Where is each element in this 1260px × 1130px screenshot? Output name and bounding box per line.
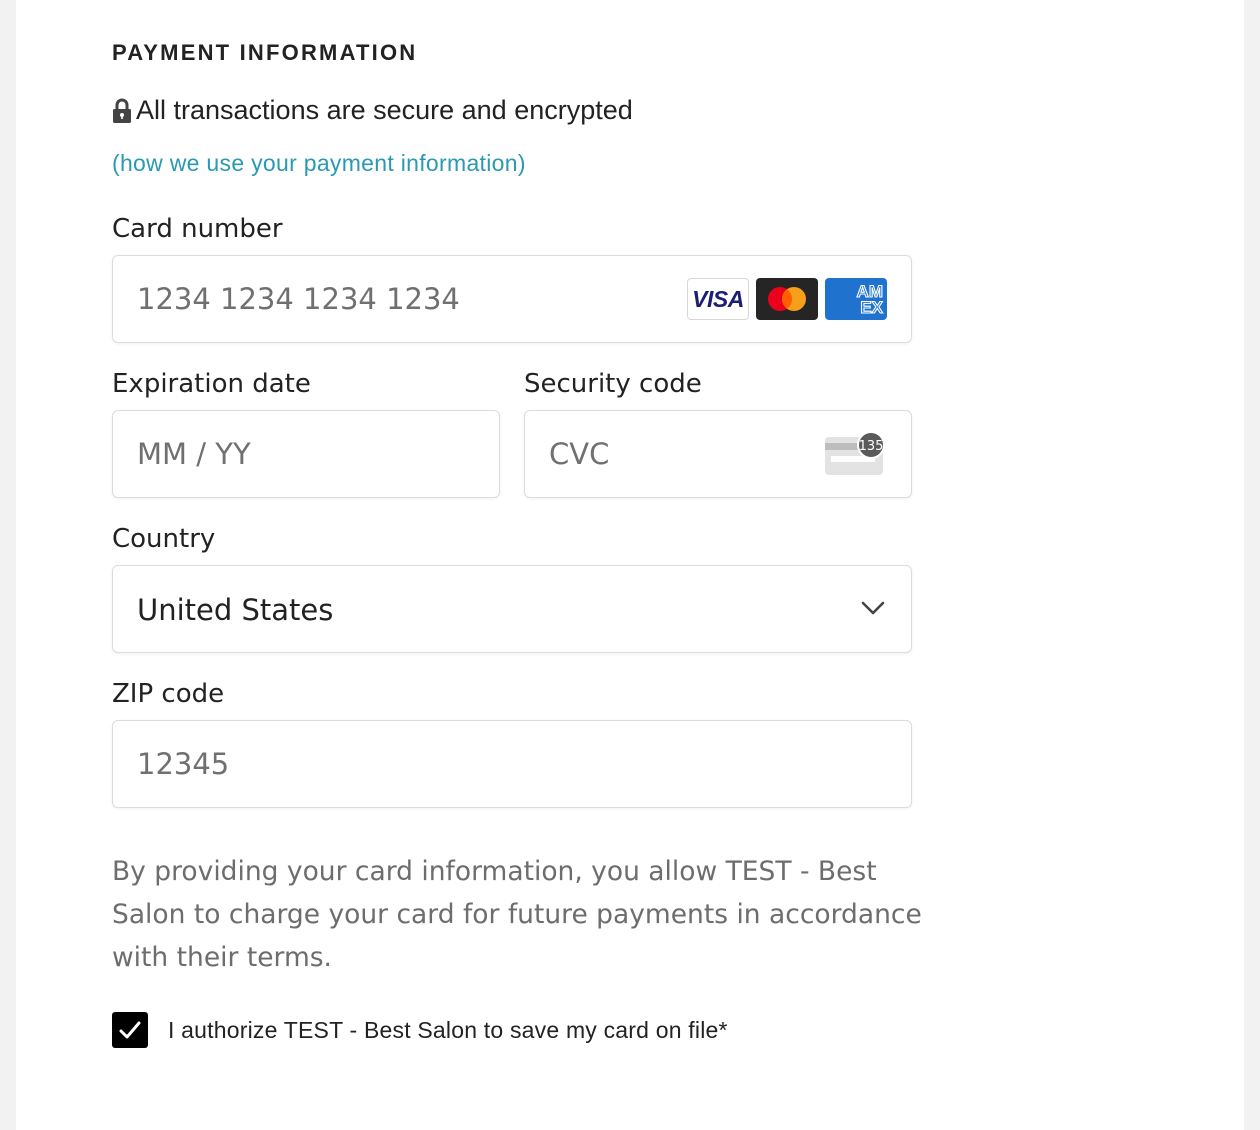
mastercard-icon bbox=[756, 278, 818, 320]
country-label: Country bbox=[112, 524, 216, 554]
section-title: PAYMENT INFORMATION bbox=[112, 40, 418, 65]
lock-icon bbox=[112, 98, 132, 124]
cvc-input[interactable] bbox=[549, 411, 809, 497]
checkmark-icon bbox=[119, 1021, 141, 1039]
security-code-label: Security code bbox=[524, 369, 702, 399]
card-disclaimer: By providing your card information, you … bbox=[112, 856, 922, 973]
secure-notice: All transactions are secure and encrypte… bbox=[112, 95, 633, 126]
zip-label: ZIP code bbox=[112, 679, 225, 709]
country-select[interactable]: United States bbox=[112, 565, 912, 653]
payment-panel: PAYMENT INFORMATION All transactions are… bbox=[16, 0, 1244, 1130]
svg-text:EX: EX bbox=[860, 298, 883, 317]
security-code-field: 135 bbox=[524, 410, 912, 498]
card-number-input[interactable] bbox=[137, 256, 637, 342]
zip-field bbox=[112, 720, 912, 808]
amex-icon: AM EX bbox=[825, 278, 887, 320]
expiration-input[interactable] bbox=[137, 411, 477, 497]
expiration-label: Expiration date bbox=[112, 369, 311, 399]
country-value: United States bbox=[137, 593, 334, 627]
cvc-card-icon: 135 bbox=[825, 431, 887, 479]
payment-info-link[interactable]: (how we use your payment information) bbox=[112, 150, 526, 177]
svg-text:135: 135 bbox=[859, 439, 884, 454]
authorization-row: I authorize TEST - Best Salon to save my… bbox=[112, 1012, 728, 1048]
authorize-label: I authorize TEST - Best Salon to save my… bbox=[168, 1016, 728, 1043]
expiration-field bbox=[112, 410, 500, 498]
card-brands: VISA AM EX bbox=[687, 278, 887, 320]
authorize-checkbox[interactable] bbox=[112, 1012, 148, 1048]
card-number-field: VISA AM EX bbox=[112, 255, 912, 343]
zip-input[interactable] bbox=[137, 721, 877, 807]
card-number-label: Card number bbox=[112, 214, 283, 244]
secure-text: All transactions are secure and encrypte… bbox=[136, 95, 633, 125]
chevron-down-icon bbox=[861, 600, 885, 616]
visa-icon: VISA bbox=[687, 278, 749, 320]
